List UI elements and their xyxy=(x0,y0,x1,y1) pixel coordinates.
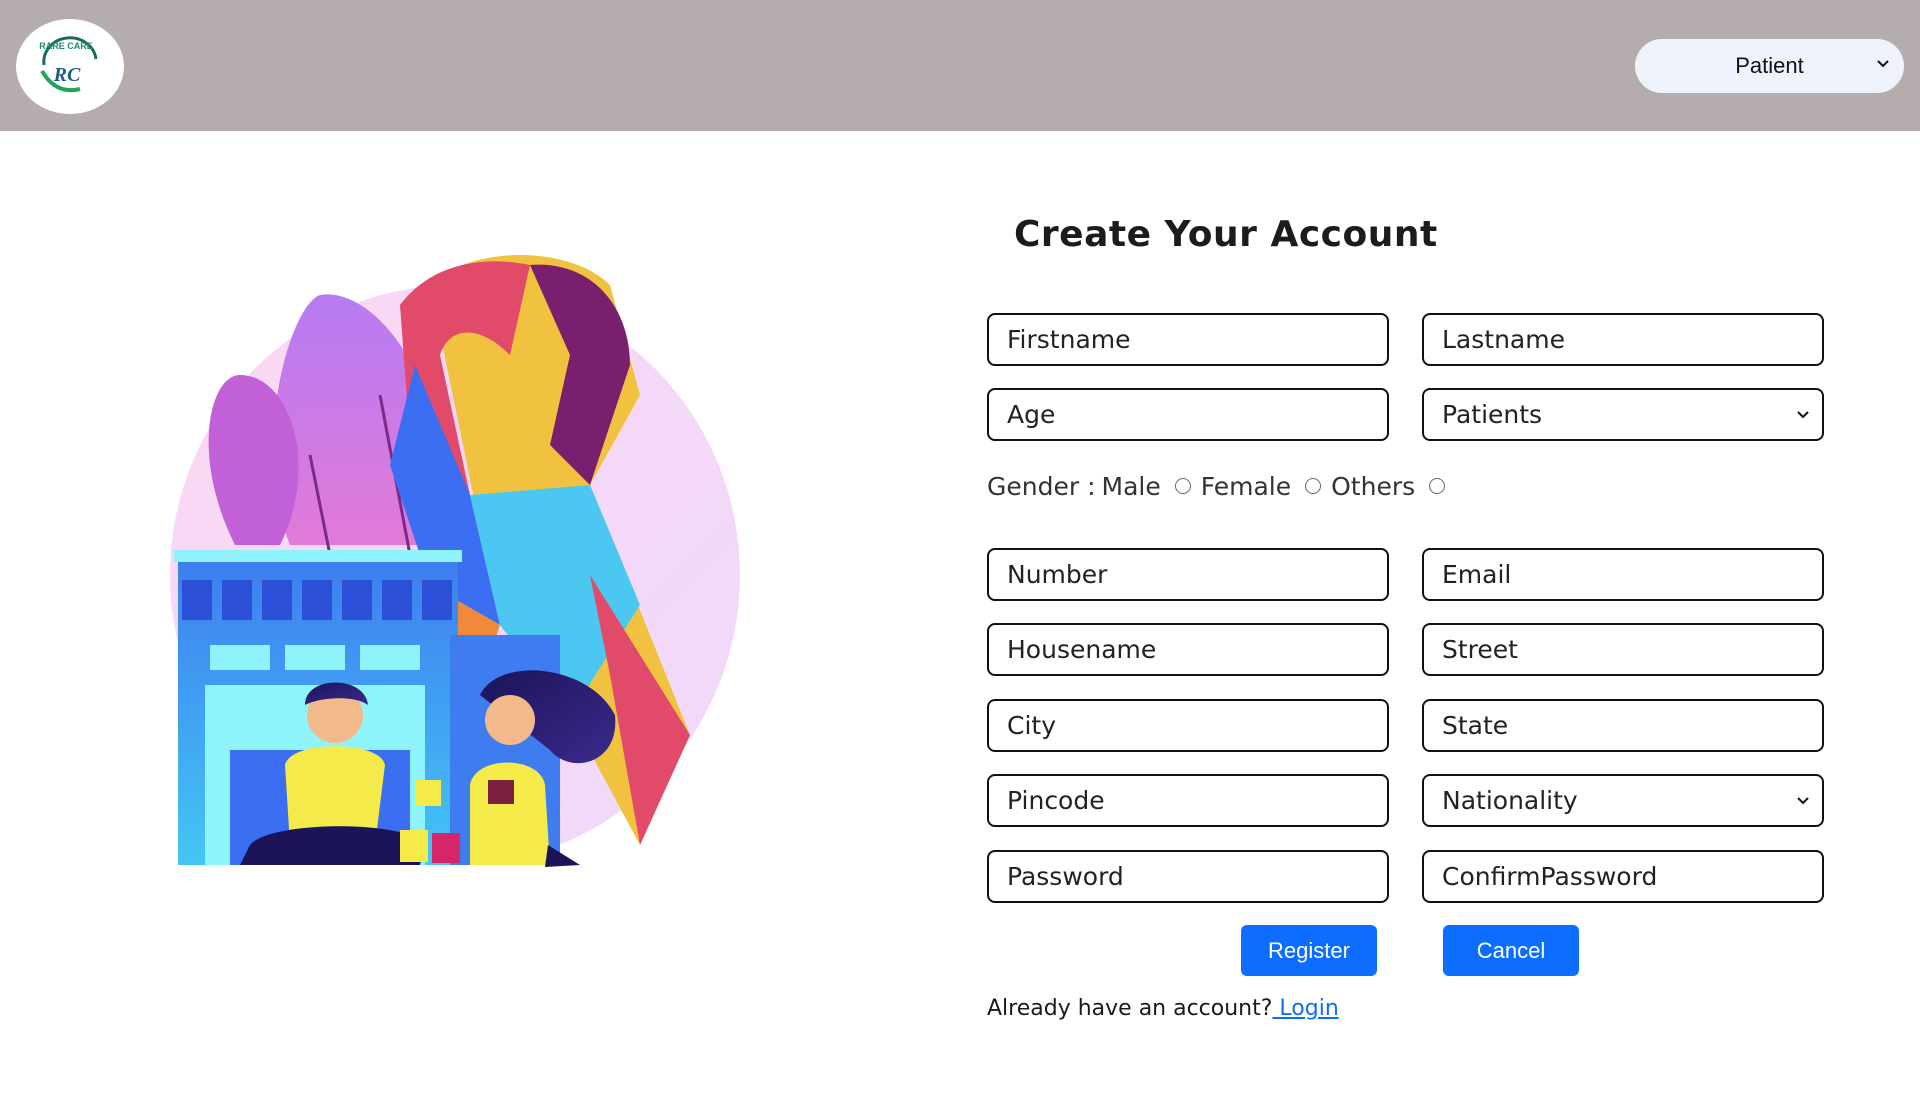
gender-radio-others[interactable] xyxy=(1429,478,1446,494)
gender-option-female-label: Female xyxy=(1200,471,1292,501)
chevron-down-icon xyxy=(1797,411,1809,419)
lastname-input[interactable]: Lastname xyxy=(1422,313,1824,366)
rare-care-logo[interactable]: RARE CARE RC xyxy=(16,19,124,114)
category-select-value: Patients xyxy=(1442,400,1543,429)
housename-input[interactable]: Housename xyxy=(987,623,1389,676)
nationality-select[interactable]: Nationality xyxy=(1422,774,1824,827)
email-input[interactable]: Email xyxy=(1422,548,1824,601)
gender-label: Gender : xyxy=(987,471,1096,501)
hero-illustration xyxy=(170,245,745,870)
gender-radio-male[interactable] xyxy=(1174,478,1191,494)
page-title: Create Your Account xyxy=(1014,214,1438,255)
gender-option-male-label: Male xyxy=(1101,471,1161,501)
firstname-input[interactable]: Firstname xyxy=(987,313,1389,366)
gender-radio-female[interactable] xyxy=(1305,478,1322,494)
city-input[interactable]: City xyxy=(987,699,1389,752)
register-button[interactable]: Register xyxy=(1241,925,1377,976)
street-input[interactable]: Street xyxy=(1422,623,1824,676)
login-prompt-text: Already have an account? xyxy=(987,996,1273,1021)
gender-option-others-label: Others xyxy=(1331,471,1416,501)
confirm-password-input[interactable]: ConfirmPassword xyxy=(1422,850,1824,903)
nationality-select-value: Nationality xyxy=(1442,786,1578,815)
role-select[interactable]: Patient xyxy=(1635,39,1904,93)
chevron-down-icon xyxy=(1877,60,1889,68)
number-input[interactable]: Number xyxy=(987,548,1389,601)
logo-icon: RARE CARE RC xyxy=(18,20,122,112)
chevron-down-icon xyxy=(1797,797,1809,805)
svg-text:RC: RC xyxy=(53,64,81,86)
cancel-button[interactable]: Cancel xyxy=(1443,925,1579,976)
gender-radio-group: Gender : Male Female Others xyxy=(987,466,1455,506)
awareness-ribbon-illustration xyxy=(170,255,740,867)
login-link[interactable]: Login xyxy=(1272,996,1338,1021)
password-input[interactable]: Password xyxy=(987,850,1389,903)
svg-text:RARE CARE: RARE CARE xyxy=(39,41,93,51)
state-input[interactable]: State xyxy=(1422,699,1824,752)
login-prompt: Already have an account? Login xyxy=(987,996,1339,1021)
role-select-value: Patient xyxy=(1735,53,1804,78)
age-input[interactable]: Age xyxy=(987,388,1389,441)
top-header: RARE CARE RC Patient xyxy=(0,0,1920,131)
pincode-input[interactable]: Pincode xyxy=(987,774,1389,827)
category-select[interactable]: Patients xyxy=(1422,388,1824,441)
